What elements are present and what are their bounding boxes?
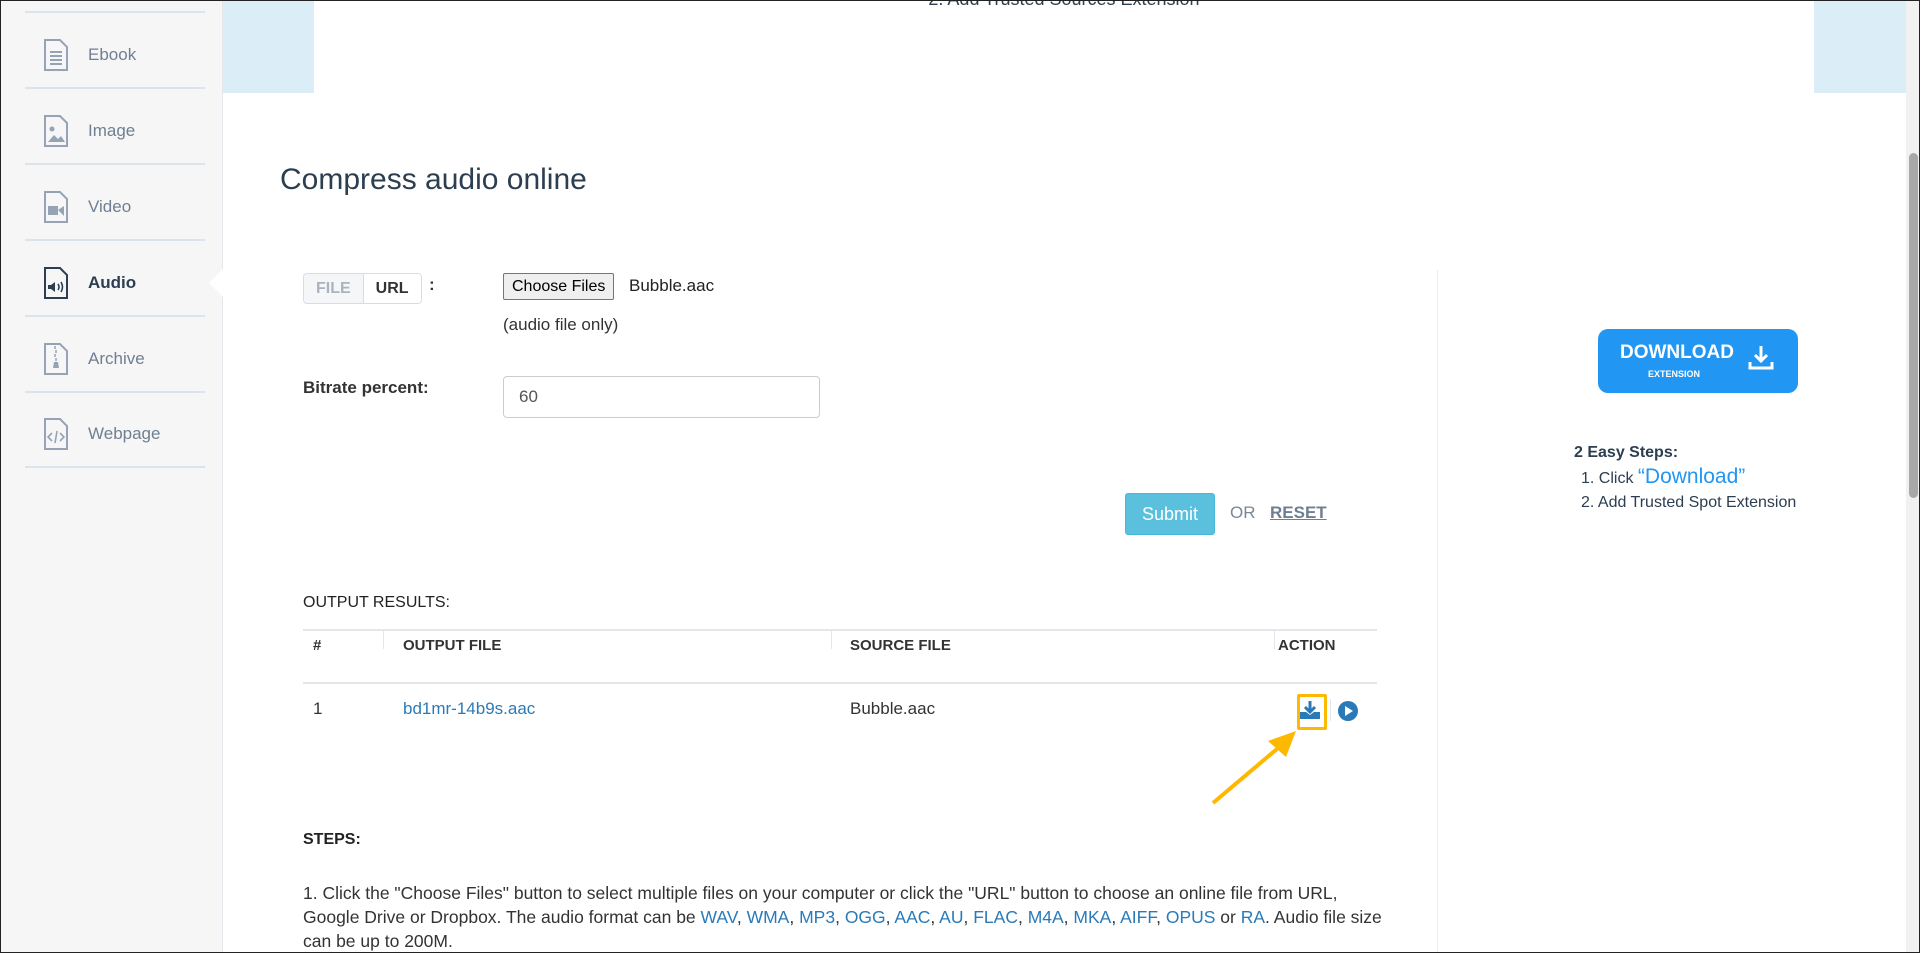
header-source-file: SOURCE FILE [850, 637, 951, 654]
colon: : [429, 275, 435, 294]
format-link[interactable]: RA [1241, 907, 1265, 927]
output-results-label: OUTPUT RESULTS: [303, 594, 450, 611]
step2-text: 2. Add Trusted Spot Extension [1581, 494, 1797, 511]
format-link[interactable]: WMA [747, 907, 790, 927]
column-divider [1437, 270, 1438, 952]
page-title: Compress audio online [280, 163, 587, 196]
image-file-icon [44, 115, 68, 147]
audio-file-icon [44, 267, 68, 299]
active-pointer [209, 269, 223, 297]
row-num: 1 [313, 699, 323, 718]
video-file-icon [44, 191, 68, 223]
file-hint: (audio file only) [503, 315, 619, 334]
table-border [303, 682, 1377, 684]
sidebar-item-archive[interactable]: Archive [25, 329, 205, 389]
sidebar-item-label: Audio [88, 273, 137, 292]
source-toggle: FILE URL [303, 273, 422, 304]
header-output-file: OUTPUT FILE [403, 637, 502, 654]
easy-steps-title: 2 Easy Steps: [1574, 444, 1679, 461]
divider [25, 391, 205, 393]
scrollbar-thumb[interactable] [1909, 153, 1918, 498]
steps-label: STEPS: [303, 831, 361, 848]
download-title: DOWNLOAD [1620, 342, 1734, 363]
format-link[interactable]: OPUS [1166, 907, 1216, 927]
sidebar-item-label: Webpage [88, 424, 161, 443]
download-icon [1748, 346, 1774, 370]
divider [25, 163, 205, 165]
format-link[interactable]: FLAC [973, 907, 1018, 927]
column-separator [831, 631, 832, 649]
format-link[interactable]: MP3 [799, 907, 835, 927]
format-link[interactable]: AIFF [1120, 907, 1156, 927]
format-link[interactable]: AAC [894, 907, 930, 927]
sidebar-item-image[interactable]: Image [25, 101, 205, 161]
divider [25, 315, 205, 317]
steps-text: or [1215, 907, 1241, 927]
sidebar-item-webpage[interactable]: Webpage [25, 404, 205, 464]
format-link[interactable]: AU [939, 907, 963, 927]
reset-link[interactable]: RESET [1270, 503, 1327, 523]
chosen-file-name: Bubble.aac [629, 276, 715, 295]
download-sub: EXTENSION [1648, 369, 1701, 379]
source-file: Bubble.aac [850, 699, 936, 718]
choose-files-button[interactable]: Choose Files [503, 273, 615, 300]
url-tab[interactable]: URL [363, 274, 421, 303]
divider [25, 466, 205, 468]
archive-file-icon [44, 343, 68, 375]
play-icon[interactable] [1337, 700, 1359, 722]
sidebar-item-video[interactable]: Video [25, 177, 205, 237]
step1-download-link[interactable]: “Download” [1638, 465, 1745, 488]
header-num: # [313, 637, 322, 654]
format-link[interactable]: WAV [701, 907, 737, 927]
submit-button[interactable]: Submit [1125, 493, 1215, 535]
annotation-arrow-icon [1211, 731, 1296, 805]
step1-text: 1. Click [1581, 470, 1638, 487]
column-separator [1274, 631, 1275, 649]
ebook-file-icon [44, 39, 68, 71]
column-separator [383, 631, 384, 649]
easy-steps: 2 Easy Steps: 1. Click “Download” 2. Add… [1574, 441, 1796, 515]
header-action: ACTION [1278, 637, 1336, 654]
output-file-link[interactable]: bd1mr-14b9s.aac [403, 699, 535, 719]
download-extension-button[interactable]: DOWNLOAD EXTENSION [1598, 329, 1798, 393]
sidebar-item-label: Ebook [88, 45, 137, 64]
sidebar-item-ebook[interactable]: Ebook [25, 25, 205, 85]
bitrate-label: Bitrate percent: [303, 378, 429, 397]
sidebar-item-audio[interactable]: Audio [25, 253, 205, 313]
format-link[interactable]: OGG [845, 907, 886, 927]
sidebar-item-label: Image [88, 121, 136, 140]
format-link[interactable]: M4A [1028, 907, 1064, 927]
banner-ad: 2. Add Trusted Sources Extension [314, 1, 1814, 93]
sidebar: Ebook Image Video Audio Archive Webpage [1, 1, 223, 952]
sidebar-item-label: Video [88, 197, 132, 216]
divider [25, 87, 205, 89]
sidebar-item-label: Archive [88, 349, 145, 368]
steps-paragraph: 1. Click the "Choose Files" button to se… [303, 883, 1382, 951]
or-text: OR [1230, 503, 1256, 522]
format-link[interactable]: MKA [1073, 907, 1111, 927]
divider [25, 239, 205, 241]
bitrate-input[interactable] [503, 376, 820, 418]
webpage-file-icon [44, 418, 68, 450]
file-tab[interactable]: FILE [304, 274, 364, 303]
table-border [303, 629, 1377, 631]
action-separator [1330, 699, 1331, 721]
divider [25, 11, 205, 13]
banner-text: 2. Add Trusted Sources Extension [314, 1, 1814, 10]
